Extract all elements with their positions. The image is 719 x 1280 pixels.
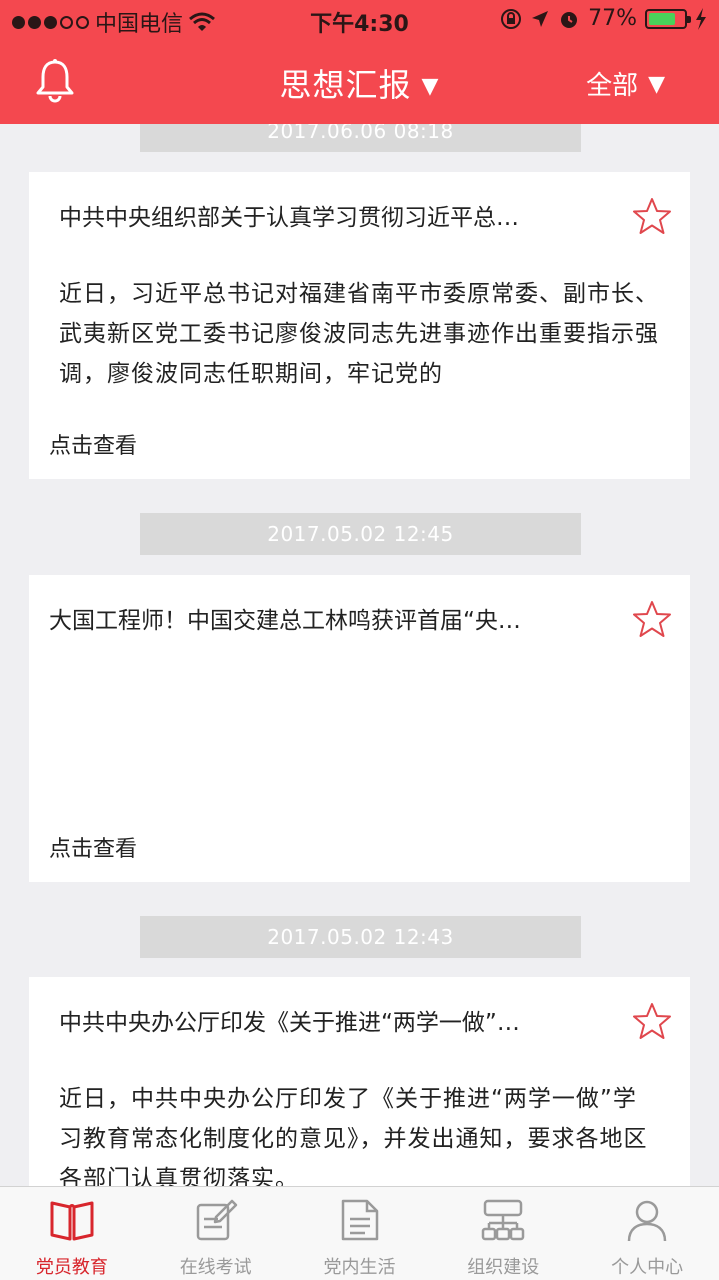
tab-party-life[interactable]: 党内生活 [288, 1187, 432, 1280]
rotation-lock-icon [501, 8, 522, 29]
article-title[interactable]: 中共中央组织部关于认真学习贯彻习近平总… [59, 198, 619, 232]
article-card[interactable]: 中共中央办公厅印发《关于推进“两学一做”… 近日，中共中央办公厅印发了《关于推进… [29, 977, 690, 1186]
date-divider: 2017.06.06 08:18 [140, 124, 581, 152]
status-right: 77% [500, 6, 707, 31]
battery-fill [649, 12, 676, 25]
view-details-link[interactable]: 点击查看 [49, 831, 137, 863]
star-favorite-icon[interactable] [632, 196, 672, 236]
chevron-down-icon: ▼ [648, 72, 665, 97]
article-title[interactable]: 中共中央办公厅印发《关于推进“两学一做”… [59, 1003, 619, 1037]
page-title: 思想汇报 [279, 66, 412, 104]
status-bar: 中国电信 下午4:30 77% [0, 0, 719, 38]
article-card[interactable]: 大国工程师！中国交建总工林鸣获评首届“央… 点击查看 [29, 575, 690, 882]
battery-percent: 77% [588, 6, 637, 31]
bottom-tab-bar: 党员教育 在线考试 党内生活 组织建设 个人中心 [0, 1186, 719, 1280]
tab-organization[interactable]: 组织建设 [431, 1187, 575, 1280]
nav-bar: 思想汇报 ▼ 全部 ▼ [0, 38, 719, 124]
person-icon [627, 1200, 667, 1242]
chevron-down-icon: ▼ [421, 74, 440, 99]
report-feed[interactable]: 2017.06.06 08:18 中共中央组织部关于认真学习贯彻习近平总… 近日… [0, 124, 719, 1186]
article-card[interactable]: 中共中央组织部关于认真学习贯彻习近平总… 近日，习近平总书记对福建省南平市委原常… [29, 172, 690, 479]
view-details-link[interactable]: 点击查看 [49, 428, 137, 460]
tab-label: 在线考试 [179, 1257, 252, 1278]
star-favorite-icon[interactable] [632, 599, 672, 639]
tab-label: 党员教育 [35, 1257, 108, 1278]
tab-online-exam[interactable]: 在线考试 [144, 1187, 288, 1280]
location-arrow-icon [532, 10, 549, 27]
battery-icon [645, 8, 691, 29]
tab-label: 党内生活 [323, 1257, 396, 1278]
date-divider: 2017.05.02 12:45 [140, 513, 581, 555]
tab-label: 组织建设 [467, 1257, 540, 1278]
article-excerpt [59, 677, 659, 797]
filter-dropdown[interactable]: 全部 ▼ [586, 65, 665, 102]
book-icon [50, 1201, 94, 1241]
edit-note-icon [196, 1199, 237, 1241]
date-divider: 2017.05.02 12:43 [140, 916, 581, 958]
star-favorite-icon[interactable] [632, 1001, 672, 1041]
app-screen: 中国电信 下午4:30 77% 思想汇报 ▼ 全部 ▼ 2017.06.06 0… [0, 0, 719, 1280]
article-excerpt: 近日，中共中央办公厅印发了《关于推进“两学一做”学习教育常态化制度化的意见》，并… [59, 1086, 648, 1186]
article-excerpt: 近日，习近平总书记对福建省南平市委原常委、副市长、武夷新区党工委书记廖俊波同志先… [59, 281, 659, 387]
charging-bolt-icon [696, 7, 706, 30]
org-chart-icon [482, 1199, 525, 1241]
document-icon [342, 1199, 379, 1241]
tab-personal-center[interactable]: 个人中心 [575, 1187, 719, 1280]
filter-label: 全部 [586, 71, 639, 101]
tab-label: 个人中心 [611, 1257, 684, 1278]
tab-party-education[interactable]: 党员教育 [0, 1187, 144, 1280]
article-title[interactable]: 大国工程师！中国交建总工林鸣获评首届“央… [49, 601, 609, 635]
alarm-icon [561, 11, 578, 28]
